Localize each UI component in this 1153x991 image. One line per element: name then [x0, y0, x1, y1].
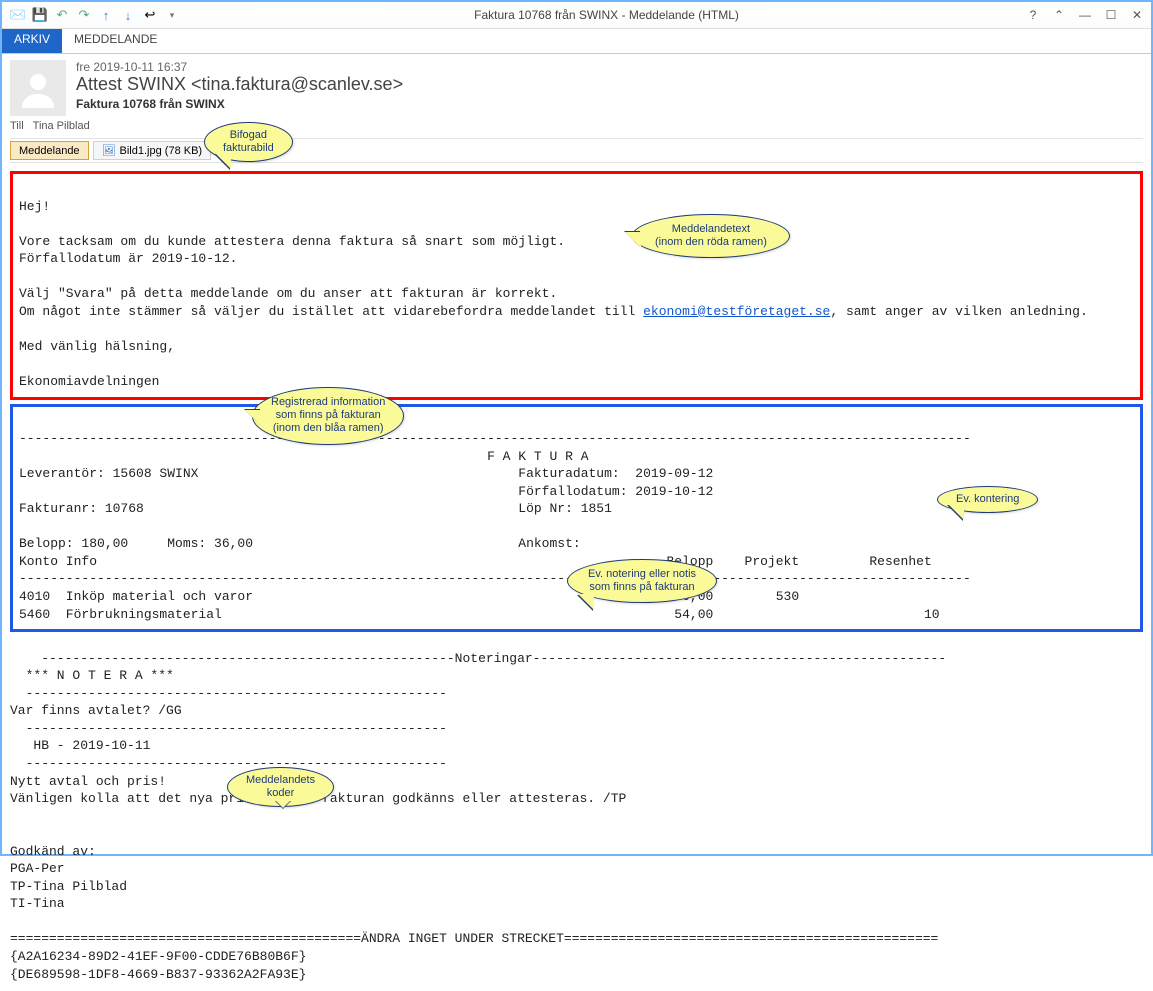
- note-line: HB - 2019-10-11: [10, 738, 150, 753]
- separator: ----------------------------------------…: [10, 651, 946, 666]
- message-header: fre 2019-10-11 16:37 Attest SWINX <tina.…: [2, 54, 1151, 163]
- body-line: Välj "Svara" på detta meddelande om du a…: [19, 286, 557, 301]
- callout-bifogad: Bifogadfakturabild: [204, 122, 293, 162]
- body-line: Vore tacksam om du kunde attestera denna…: [19, 234, 565, 249]
- email-link[interactable]: ekonomi@testföretaget.se: [643, 304, 830, 319]
- body-line: Förfallodatum är 2019-10-12.: [19, 251, 237, 266]
- image-icon: 🖼: [102, 144, 116, 157]
- note-line: Nytt avtal och pris!: [10, 774, 166, 789]
- tab-meddelande[interactable]: MEDDELANDE: [62, 29, 169, 53]
- avatar: [10, 60, 66, 116]
- expand-icon[interactable]: ▾: [164, 7, 180, 23]
- callout-notering: Ev. notering eller notissom finns på fak…: [567, 559, 717, 603]
- separator: ----------------------------------------…: [19, 571, 971, 586]
- note-line: TP-Tina Pilblad: [10, 879, 127, 894]
- body-line: Hej!: [19, 199, 50, 214]
- message-text-red-box: Hej! Vore tacksam om du kunde attestera …: [10, 171, 1143, 400]
- footer-separator: ========================================…: [10, 931, 938, 946]
- minimize-icon[interactable]: —: [1077, 7, 1093, 23]
- note-line: TI-Tina: [10, 896, 65, 911]
- body-line: Ekonomiavdelningen: [19, 374, 159, 389]
- attachment-file-label: Bild1.jpg (78 KB): [120, 145, 203, 157]
- save-icon[interactable]: 💾: [32, 7, 48, 23]
- attachments-row: Meddelande 🖼 Bild1.jpg (78 KB): [10, 138, 1143, 163]
- invoice-line: [19, 519, 27, 534]
- body-line: Om något inte stämmer så väljer du istäl…: [19, 304, 643, 319]
- up-arrow-icon[interactable]: ↑: [98, 7, 114, 23]
- attachment-tab-meddelande[interactable]: Meddelande: [10, 141, 89, 160]
- code-line: {A2A16234-89D2-41EF-9F00-CDDE76B80B6F}: [10, 949, 306, 964]
- separator: ----------------------------------------…: [10, 686, 447, 701]
- separator: ----------------------------------------…: [19, 431, 971, 446]
- titlebar: ✉️ 💾 ↶ ↷ ↑ ↓ ↩ ▾ Faktura 10768 från SWIN…: [2, 2, 1151, 29]
- redo-icon[interactable]: ↷: [76, 7, 92, 23]
- note-line: [10, 826, 18, 841]
- invoice-line: Fakturanr: 10768 Löp Nr: 1851: [19, 501, 612, 516]
- body-line: Med vänlig hälsning,: [19, 339, 175, 354]
- invoice-line: Leverantör: 15608 SWINX Fakturadatum: 20…: [19, 466, 713, 481]
- invoice-line: Förfallodatum: 2019-10-12: [19, 484, 713, 499]
- notes-section: ----------------------------------------…: [10, 632, 1143, 983]
- person-icon: [18, 68, 58, 108]
- window-controls: ? ⌃ — ☐ ✕: [1025, 7, 1151, 23]
- invoice-row: 5460 Förbrukningsmaterial 54,00 10: [19, 607, 940, 622]
- down-arrow-icon[interactable]: ↓: [120, 7, 136, 23]
- separator: ----------------------------------------…: [10, 721, 447, 736]
- invoice-title: F A K T U R A: [19, 449, 589, 464]
- message-subject: Faktura 10768 från SWINX: [76, 97, 403, 111]
- callout-meddelandetext: Meddelandetext(inom den röda ramen): [632, 214, 790, 258]
- ribbon-collapse-icon[interactable]: ⌃: [1051, 7, 1067, 23]
- to-value: Tina Pilblad: [33, 120, 90, 132]
- reply-icon[interactable]: ↩: [142, 7, 158, 23]
- maximize-icon[interactable]: ☐: [1103, 7, 1119, 23]
- to-label: Till: [10, 120, 24, 132]
- tab-arkiv[interactable]: ARKIV: [2, 29, 62, 53]
- note-line: [10, 809, 18, 824]
- outlook-message-window: ✉️ 💾 ↶ ↷ ↑ ↓ ↩ ▾ Faktura 10768 från SWIN…: [0, 0, 1153, 856]
- window-title: Faktura 10768 från SWINX - Meddelande (H…: [188, 8, 1025, 22]
- invoice-table-header: Konto Info Belopp Projekt Resenhet: [19, 554, 932, 569]
- quick-access-toolbar: ✉️ 💾 ↶ ↷ ↑ ↓ ↩ ▾: [2, 7, 188, 23]
- help-icon[interactable]: ?: [1025, 7, 1041, 23]
- attachment-file[interactable]: 🖼 Bild1.jpg (78 KB): [93, 141, 212, 160]
- body-line: , samt anger av vilken anledning.: [830, 304, 1087, 319]
- note-line: Godkänd av:: [10, 844, 96, 859]
- ribbon-tabs: ARKIV MEDDELANDE: [2, 29, 1151, 54]
- message-from: Attest SWINX <tina.faktura@scanlev.se>: [76, 74, 403, 95]
- callout-registrerad-info: Registrerad informationsom finns på fakt…: [252, 387, 404, 445]
- invoice-line: Belopp: 180,00 Moms: 36,00 Ankomst:: [19, 536, 581, 551]
- message-to-row: Till Tina Pilblad: [10, 116, 1143, 136]
- note-header: *** N O T E R A ***: [10, 668, 174, 683]
- separator: ----------------------------------------…: [10, 756, 447, 771]
- note-line: Var finns avtalet? /GG: [10, 703, 182, 718]
- invoice-info-blue-box: ----------------------------------------…: [10, 404, 1143, 633]
- undo-icon[interactable]: ↶: [54, 7, 70, 23]
- message-datetime: fre 2019-10-11 16:37: [76, 60, 403, 74]
- attachment-tab-label: Meddelande: [19, 145, 80, 157]
- close-icon[interactable]: ✕: [1129, 7, 1145, 23]
- note-line: PGA-Per: [10, 861, 65, 876]
- code-line: {DE689598-1DF8-4669-B837-93362A2FA93E}: [10, 967, 306, 982]
- mail-icon[interactable]: ✉️: [10, 7, 26, 23]
